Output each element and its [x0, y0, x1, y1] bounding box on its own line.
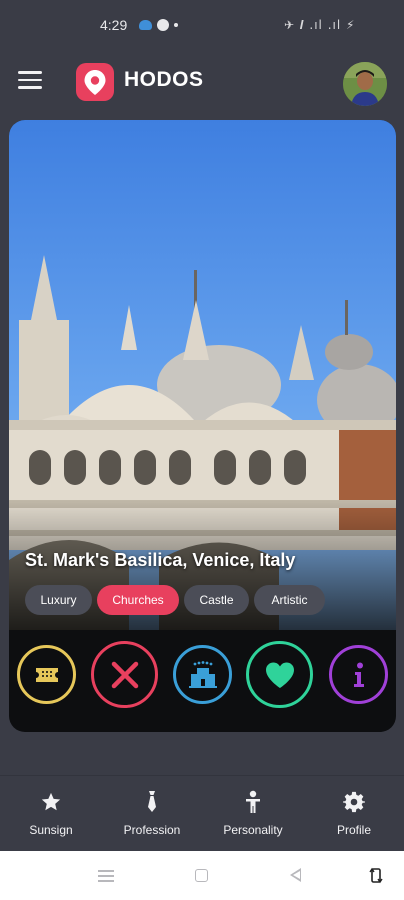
star-icon [41, 792, 61, 811]
hotel-icon [188, 660, 217, 688]
rotate-screen-icon[interactable] [369, 867, 383, 884]
messenger-icon [157, 19, 169, 31]
cloud-icon [139, 20, 152, 30]
gear-icon [343, 791, 365, 813]
dismiss-button[interactable] [91, 641, 158, 708]
hotel-button[interactable] [173, 645, 232, 704]
app-bar: HODOS [0, 40, 404, 120]
nav-item-profile[interactable]: Profile [309, 790, 399, 837]
action-buttons [9, 641, 396, 715]
user-avatar[interactable] [343, 62, 387, 106]
close-icon [111, 661, 138, 688]
status-bar: 4:29 ✈ 𝑰 .ıl .ıl ⚡ [0, 0, 404, 40]
nav-item-personality[interactable]: Personality [208, 790, 298, 837]
destination-caption: St. Mark's Basilica, Venice, Italy [25, 550, 296, 570]
home-icon[interactable] [195, 869, 208, 882]
tie-icon [148, 791, 156, 812]
ticket-icon [35, 667, 58, 682]
destination-card[interactable]: St. Mark's Basilica, Venice, Italy Luxur… [9, 120, 396, 732]
status-time: 4:29 [100, 17, 128, 33]
system-navigation-bar [0, 851, 404, 900]
tag-luxury[interactable]: Luxury [25, 585, 92, 615]
info-icon [353, 662, 364, 687]
info-button[interactable] [329, 645, 388, 704]
tag-list: Luxury Churches Castle Artistic [25, 585, 325, 615]
more-notifications-icon [174, 23, 178, 27]
like-button[interactable] [246, 641, 313, 708]
person-icon [246, 790, 260, 813]
recent-apps-icon[interactable] [98, 870, 114, 882]
bottom-navigation: Sunsign Profession Personality Profile [0, 775, 404, 850]
tag-castle[interactable]: Castle [184, 585, 249, 615]
nav-item-profession[interactable]: Profession [107, 790, 197, 837]
nav-label-personality: Personality [223, 823, 283, 837]
nav-label-profession: Profession [123, 823, 181, 837]
nav-label-sunsign: Sunsign [29, 823, 73, 837]
tag-artistic[interactable]: Artistic [254, 585, 325, 615]
app-title: HODOS [124, 68, 204, 91]
status-notification-icons [139, 19, 178, 31]
ticket-button[interactable] [17, 645, 76, 704]
tag-churches[interactable]: Churches [97, 585, 179, 615]
map-pin-icon [76, 63, 114, 101]
hamburger-menu-icon[interactable] [18, 71, 42, 89]
signal-battery-icons: ✈ 𝑰 .ıl .ıl ⚡ [284, 18, 356, 32]
nav-item-sunsign[interactable]: Sunsign [6, 790, 96, 837]
back-icon[interactable] [290, 868, 301, 882]
nav-label-profile: Profile [336, 823, 371, 837]
heart-icon [265, 662, 294, 688]
